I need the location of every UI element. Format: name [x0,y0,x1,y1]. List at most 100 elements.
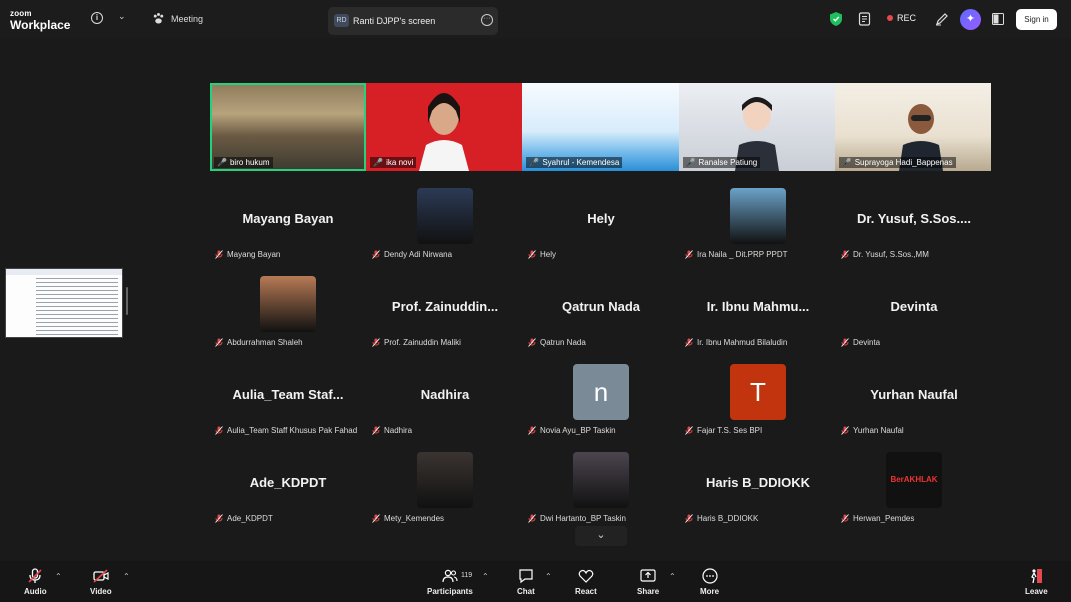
video-tile[interactable]: 🎤 biro hukum [210,83,367,171]
participant-tile[interactable]: Ir. Ibnu Mahmu... Ir. Ibnu Mahmud Bilalud… [680,276,836,364]
participants-count: 119 [461,572,473,579]
participant-photo [730,188,786,244]
chat-icon [519,569,533,584]
video-tile[interactable]: 🎤 Suprayoga Hadi_Bappenas [834,83,991,171]
participant-tile[interactable]: Ira Naila _ Dit.PRP PPDT [680,188,836,276]
shared-screen-tab[interactable]: RD Ranti DJPP's screen ··· [328,7,498,35]
participant-name: Yurhan Naufal [841,426,904,435]
mic-off-icon [528,426,536,435]
top-bar: zoom Workplace i ⌄ Meeting RD Ranti DJPP… [0,0,1071,38]
participant-tile[interactable]: Devinta Devinta [836,276,992,364]
participant-name: Prof. Zainuddin Maliki [372,338,461,347]
mic-off-icon [841,250,849,259]
participant-label: 🎤 biro hukum [214,157,273,168]
participant-display-name: Dr. Yusuf, S.Sos.... [857,211,971,226]
participant-tile[interactable]: Aulia_Team Staf... Aulia_Team Staff Khusu… [210,364,366,452]
shield-icon[interactable] [830,12,842,26]
participant-tile[interactable]: Qatrun Nada Qatrun Nada [523,276,679,364]
notes-icon[interactable] [858,12,872,26]
share-options-caret[interactable]: ⌃ [669,572,676,581]
participant-tile[interactable]: T Fajar T.S. Ses BPI [680,364,836,452]
heart-icon [578,569,594,583]
participant-tile[interactable]: Nadhira Nadhira [367,364,523,452]
participant-tile[interactable]: n Novia Ayu_BP Taskin [523,364,679,452]
participant-name: Herwan_Pemdes [841,514,914,523]
sign-in-button[interactable]: Sign in [1016,9,1057,30]
more-options-icon[interactable]: ··· [481,14,493,26]
ai-companion-icon[interactable]: ✦ [960,9,981,30]
participant-name: Ir. Ibnu Mahmud Bilaludin [685,338,787,347]
mic-off-icon [372,250,380,259]
mic-off-icon [528,250,536,259]
audio-options-caret[interactable]: ⌃ [55,572,62,581]
mic-off-icon [28,568,42,583]
video-tile[interactable]: 🎤 ika novi [366,83,523,171]
participant-tile[interactable]: Ade_KDPDT Ade_KDPDT [210,452,366,540]
thumbnail-resize-handle[interactable] [126,287,128,315]
chat-options-caret[interactable]: ⌃ [545,572,552,581]
participant-label: 🎤 Syahrul - Kemendesa [526,157,623,168]
participant-tile[interactable]: Abdurrahman Shaleh [210,276,366,364]
participant-tile[interactable]: Haris B_DDIOKK Haris B_DDIOKK [680,452,836,540]
leave-icon [1031,569,1043,584]
mic-off-icon [685,426,693,435]
scroll-down-button[interactable]: ⌄ [575,526,627,546]
video-tile[interactable]: 🎤 Syahrul - Kemendesa [522,83,679,171]
shared-document-thumbnail[interactable] [5,268,123,338]
participant-tile[interactable]: Prof. Zainuddin... Prof. Zainuddin Maliki [367,276,523,364]
mic-off-icon [372,514,380,523]
participant-display-name: Haris B_DDIOKK [705,475,811,490]
video-strip: 🎤 biro hukum 🎤 ika novi 🎤 Syahrul - Kemende… [210,83,991,171]
presenter-avatar: RD [334,14,349,27]
info-icon[interactable]: i [91,12,103,24]
participant-tile[interactable]: Dendy Adi Nirwana [367,188,523,276]
participant-tile[interactable]: BerAKHLAK Herwan_Pemdes [836,452,992,540]
mic-off-icon [215,514,223,523]
participant-name: Ira Naila _ Dit.PRP PPDT [685,250,788,259]
mic-off-icon [215,426,223,435]
participant-initial-avatar: n [573,364,629,420]
participant-name: Dr. Yusuf, S.Sos.,MM [841,250,929,259]
record-dot-icon [887,15,893,21]
chevron-down-icon[interactable]: ⌄ [118,11,126,22]
mic-off-icon [841,426,849,435]
participant-display-name: Ade_KDPDT [249,475,327,490]
view-layout-icon[interactable] [992,13,1004,25]
leave-button[interactable]: Leave [1025,568,1048,596]
participant-display-name: Prof. Zainuddin... [391,299,499,314]
participant-name: Fajar T.S. Ses BPI [685,426,762,435]
participant-tile[interactable]: Dr. Yusuf, S.Sos.... Dr. Yusuf, S.Sos.,MM [836,188,992,276]
participant-name: Dwi Hartanto_BP Taskin [528,514,626,523]
participant-name: Mayang Bayan [215,250,280,259]
participant-name: Qatrun Nada [528,338,586,347]
more-icon [701,568,718,584]
meeting-button[interactable]: Meeting [152,12,203,25]
mic-off-icon [841,514,849,523]
participants-options-caret[interactable]: ⌃ [482,572,489,581]
video-options-caret[interactable]: ⌃ [123,572,130,581]
participant-name: Novia Ayu_BP Taskin [528,426,616,435]
video-button[interactable]: Video [90,568,112,596]
participant-tile[interactable]: Yurhan Naufal Yurhan Naufal [836,364,992,452]
person-photo [419,93,470,171]
recording-indicator[interactable]: REC [887,13,916,23]
more-button[interactable]: More [700,568,719,596]
video-off-icon [93,569,109,583]
react-button[interactable]: React [575,568,597,596]
video-tile[interactable]: 🎤 Ranalse Patiung [678,83,835,171]
participant-tile[interactable]: Mayang Bayan Mayang Bayan [210,188,366,276]
meeting-toolbar: Audio ⌃ Video ⌃ Participants 119 ⌃ Chat … [0,561,1071,602]
chat-button[interactable]: Chat [517,568,535,596]
participant-name: Nadhira [372,426,412,435]
participant-name: Mety_Kemendes [372,514,444,523]
participant-tile[interactable]: Mety_Kemendes [367,452,523,540]
participant-tile[interactable]: Hely Hely [523,188,679,276]
audio-button[interactable]: Audio [24,568,47,596]
mic-off-icon: 🎤 [841,158,852,167]
mic-off-icon: 🎤 [373,158,384,167]
participant-display-name: Ir. Ibnu Mahmu... [706,299,810,314]
annotate-icon[interactable] [935,12,949,26]
share-button[interactable]: Share [637,568,659,596]
mic-off-icon [215,250,223,259]
participant-photo [260,276,316,332]
